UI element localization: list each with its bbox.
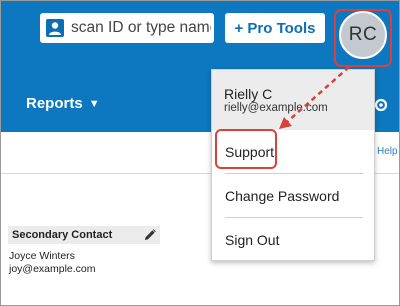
reports-menu[interactable]: Reports ▼ (26, 95, 100, 112)
user-email: rielly@example.com (224, 102, 328, 114)
pencil-icon[interactable] (144, 229, 156, 241)
menu-divider (225, 173, 363, 174)
reports-label: Reports (26, 95, 83, 112)
secondary-contact-header: Secondary Contact (8, 226, 160, 244)
section-title: Secondary Contact (12, 229, 113, 241)
contact-email: joy@example.com (9, 263, 96, 275)
person-icon (46, 19, 64, 37)
search-box[interactable] (40, 13, 214, 43)
contact-name: Joyce Winters (9, 250, 75, 262)
gear-icon[interactable] (373, 97, 389, 113)
user-info-header: Rielly C rielly@example.com (212, 70, 374, 130)
menu-divider (225, 217, 363, 218)
user-avatar-button[interactable]: RC (339, 11, 387, 59)
menu-item-sign-out[interactable]: Sign Out (225, 232, 279, 248)
menu-item-change-password[interactable]: Change Password (225, 188, 339, 204)
app-frame: + Pro Tools Reports ▼ RC Help Secondary … (0, 0, 400, 306)
pro-tools-button[interactable]: + Pro Tools (225, 13, 325, 43)
support-highlight-box (215, 129, 277, 169)
caret-down-icon: ▼ (88, 97, 100, 110)
avatar-initials: RC (348, 24, 378, 45)
user-name: Rielly C (224, 86, 273, 102)
search-input[interactable] (71, 19, 211, 37)
help-link[interactable]: Help (377, 146, 398, 157)
